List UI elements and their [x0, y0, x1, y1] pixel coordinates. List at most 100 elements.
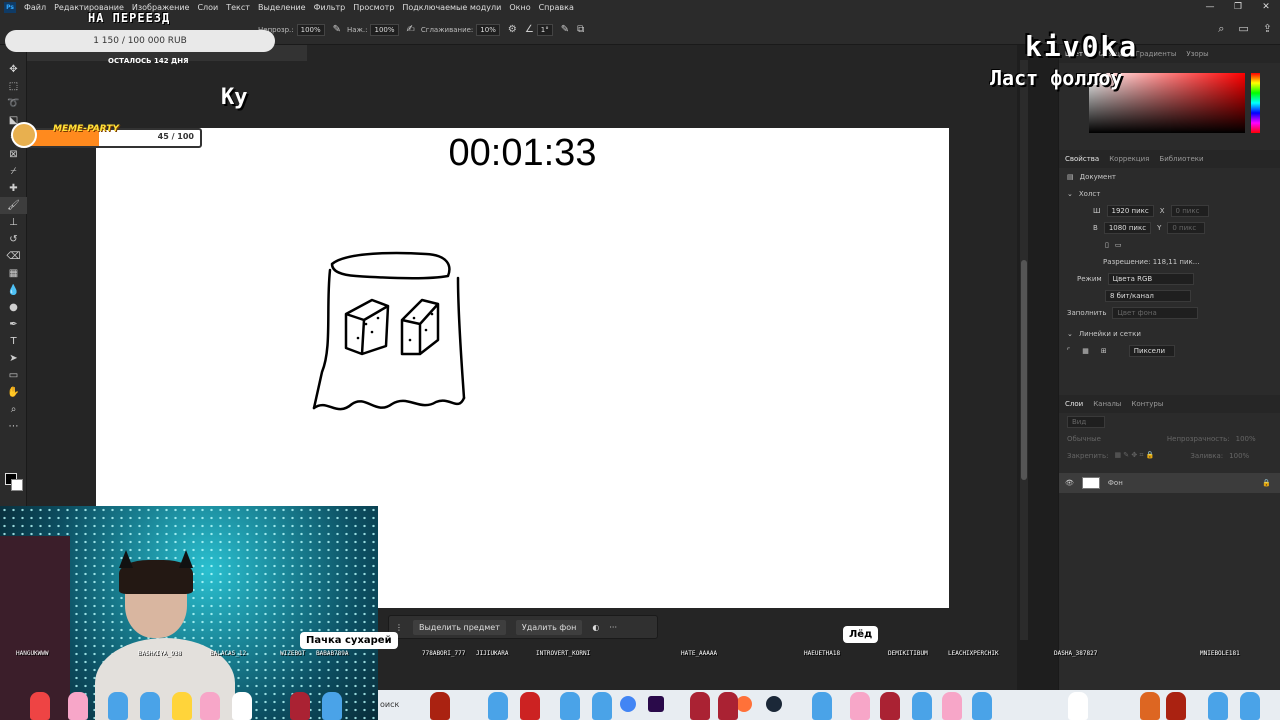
search-icon[interactable]: ⌕	[1218, 22, 1224, 36]
landscape-icon[interactable]: ▭	[1115, 241, 1122, 249]
frame-tool-icon[interactable]: ⊠	[0, 146, 27, 163]
units-select[interactable]: Пиксели	[1128, 344, 1175, 357]
zoom-tool-icon[interactable]: ⌕	[0, 401, 27, 418]
layer-search-input[interactable]: Вид	[1067, 415, 1105, 428]
move-tool-icon[interactable]: ✥	[0, 61, 27, 78]
menu-layers[interactable]: Слои	[193, 3, 222, 12]
tab-gradients[interactable]: Градиенты	[1136, 50, 1177, 58]
photoshop-logo-icon[interactable]: Ps	[4, 2, 16, 13]
tab-libraries[interactable]: Библиотеки	[1159, 155, 1203, 163]
close-button[interactable]: ✕	[1252, 0, 1280, 15]
pen-pressure-icon[interactable]: ✎	[333, 24, 341, 35]
depth-select[interactable]: 8 бит/канал	[1105, 289, 1191, 302]
opacity-input[interactable]: 100%	[296, 23, 325, 36]
symmetry-icon[interactable]: ⧉	[577, 24, 584, 35]
smoothing-input[interactable]: 10%	[476, 23, 500, 36]
menu-text[interactable]: Текст	[222, 3, 254, 12]
share-icon[interactable]: ⇪	[1263, 22, 1272, 36]
layers-tabs: Слои Каналы Контуры	[1059, 395, 1280, 413]
tab-properties[interactable]: Свойства	[1065, 155, 1099, 163]
maximize-button[interactable]: ❐	[1224, 0, 1252, 15]
rectangle-tool-icon[interactable]: ▭	[0, 367, 27, 384]
lock-icons[interactable]: ▦ ✎ ✥ ⌗ 🔒	[1114, 451, 1154, 460]
chat-name: 778ABORI_777	[422, 650, 466, 657]
pressure-size-icon[interactable]: ✎	[561, 24, 569, 35]
rulers-section[interactable]: ⌄ Линейки и сетки	[1059, 325, 1280, 342]
item-tag-crackers: Пачка сухарей	[300, 632, 398, 649]
height-input[interactable]: 1080 пикс	[1103, 221, 1152, 234]
dodge-tool-icon[interactable]: ●	[0, 299, 27, 316]
width-input[interactable]: 1920 пикс	[1106, 204, 1154, 217]
menu-bar: Ps Файл Редактирование Изображение Слои …	[0, 0, 1280, 15]
type-tool-icon[interactable]: T	[0, 333, 27, 350]
tab-patterns[interactable]: Узоры	[1186, 50, 1208, 58]
eraser-tool-icon[interactable]: ⌫	[0, 248, 27, 265]
minimize-button[interactable]: —	[1196, 0, 1224, 15]
workspace-icon[interactable]: ▭	[1238, 22, 1248, 36]
menu-plugins[interactable]: Подключаемые модули	[398, 3, 505, 12]
tab-adjustments[interactable]: Коррекция	[1109, 155, 1149, 163]
hand-tool-icon[interactable]: ✋	[0, 384, 27, 401]
mask-icon[interactable]: ◐	[592, 623, 599, 632]
menu-view[interactable]: Просмотр	[349, 3, 398, 12]
pen-tool-icon[interactable]: ✒	[0, 316, 27, 333]
more-options-button[interactable]: ···	[609, 623, 617, 632]
vertical-scrollbar[interactable]	[1020, 60, 1028, 640]
menu-file[interactable]: Файл	[20, 3, 50, 12]
more-tools-icon[interactable]: ⋯	[0, 418, 27, 435]
grid-icon[interactable]: ▦	[1082, 347, 1089, 355]
hue-slider[interactable]	[1251, 73, 1260, 133]
gradient-tool-icon[interactable]: ▦	[0, 265, 27, 282]
mode-select[interactable]: Цвета RGB	[1107, 272, 1194, 285]
menu-select[interactable]: Выделение	[254, 3, 310, 12]
layer-opacity-value[interactable]: 100%	[1236, 435, 1256, 443]
select-subject-button[interactable]: Выделить предмет	[413, 619, 506, 635]
path-select-icon[interactable]: ➤	[0, 350, 27, 367]
layer-thumbnail	[1081, 477, 1100, 489]
tab-paths[interactable]: Контуры	[1131, 400, 1163, 408]
sprite	[108, 692, 128, 720]
menu-window[interactable]: Окно	[505, 3, 534, 12]
eye-icon[interactable]: 👁	[1065, 479, 1074, 487]
healing-tool-icon[interactable]: ✚	[0, 180, 27, 197]
chat-name: DEMIKITIBUM	[888, 650, 928, 657]
layer-name: Фон	[1107, 479, 1123, 487]
angle-input[interactable]: 1°	[536, 23, 553, 36]
fill-label: Заполнить	[1067, 308, 1107, 317]
menu-filter[interactable]: Фильтр	[310, 3, 350, 12]
brush-tool-icon[interactable]: 🖌	[0, 197, 27, 214]
guides-icon[interactable]: ⊞	[1101, 347, 1107, 355]
airbrush-icon[interactable]: ✍	[407, 24, 415, 35]
sprite	[972, 692, 992, 720]
bag-rim	[330, 251, 451, 280]
portrait-icon[interactable]: ▯	[1105, 241, 1109, 249]
stamp-tool-icon[interactable]: ⊥	[0, 214, 27, 231]
background-color[interactable]	[11, 479, 23, 491]
mode-label: Режим	[1077, 274, 1102, 283]
menu-help[interactable]: Справка	[535, 3, 578, 12]
fill-select[interactable]: Цвет фона	[1112, 306, 1199, 319]
pressure-input[interactable]: 100%	[370, 23, 399, 36]
y-input[interactable]: 0 пикс	[1167, 221, 1206, 234]
chat-names: HANGUKWWW BASHKIYA_938 BALACAS_12 WIZEBO…	[0, 650, 1280, 660]
remove-background-button[interactable]: Удалить фон	[515, 619, 583, 635]
gear-icon[interactable]: ⚙	[508, 24, 517, 35]
canvas-section[interactable]: ⌄ Холст	[1059, 185, 1280, 202]
lasso-tool-icon[interactable]: ➰	[0, 95, 27, 112]
history-brush-icon[interactable]: ↺	[0, 231, 27, 248]
x-input[interactable]: 0 пикс	[1170, 204, 1209, 217]
layer-fill-value[interactable]: 100%	[1229, 452, 1249, 460]
chat-name: JIJIUKARA	[476, 650, 509, 657]
tab-channels[interactable]: Каналы	[1093, 400, 1121, 408]
blur-tool-icon[interactable]: 💧	[0, 282, 27, 299]
tab-layers[interactable]: Слои	[1065, 400, 1083, 408]
ruler-icon[interactable]: ⌜	[1067, 347, 1070, 355]
screen: Ps Файл Редактирование Изображение Слои …	[0, 0, 1280, 720]
options-right: ⌕ ▭ ⇪	[1218, 22, 1272, 36]
marquee-tool-icon[interactable]: ⬚	[0, 78, 27, 95]
layer-background[interactable]: 👁 Фон 🔒	[1059, 473, 1280, 493]
drag-handle-icon[interactable]: ⋮	[395, 623, 403, 632]
eyedropper-tool-icon[interactable]: ⌿	[0, 163, 27, 180]
scrollbar-thumb[interactable]	[1021, 260, 1027, 480]
blend-mode-select[interactable]: Обычные	[1067, 435, 1101, 443]
